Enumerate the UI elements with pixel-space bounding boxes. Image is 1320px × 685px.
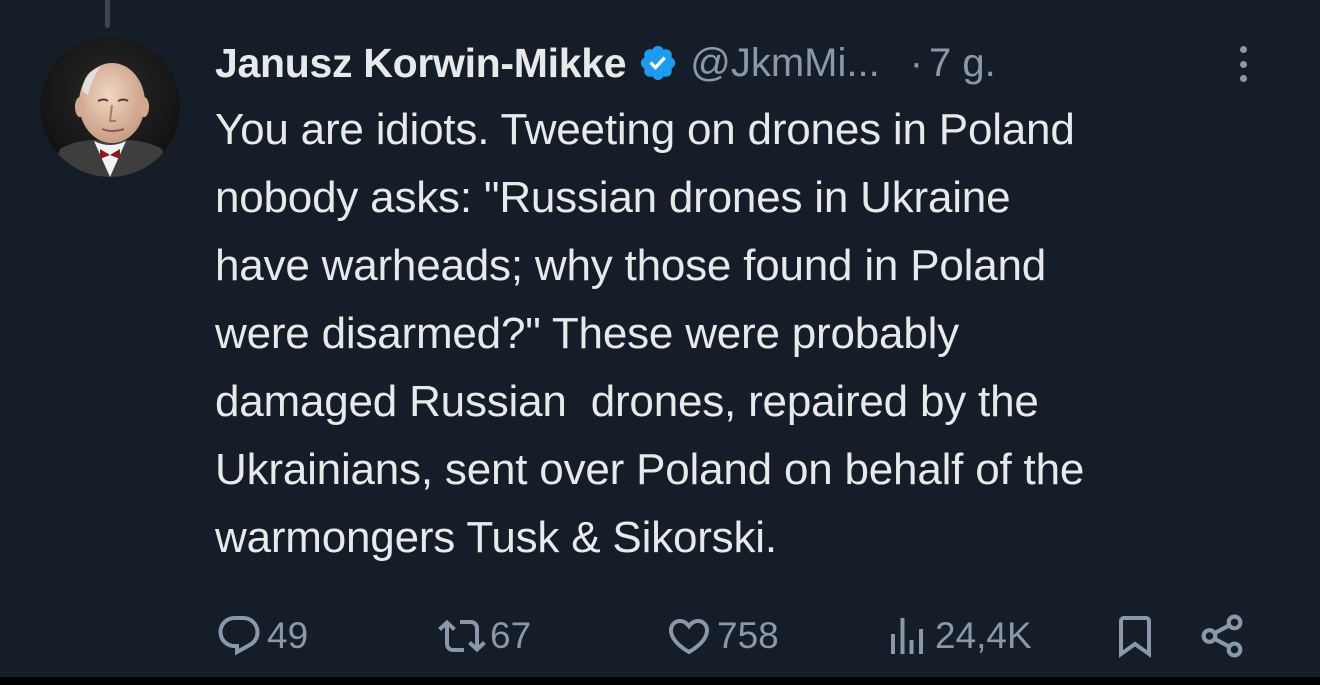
like-button[interactable]: 758	[665, 608, 779, 664]
bottom-edge-bar	[0, 677, 1320, 685]
separator-dot: ·	[909, 40, 924, 85]
author-display-name[interactable]: Janusz Korwin-Mikke	[215, 40, 627, 87]
bookmark-button[interactable]	[1111, 608, 1159, 664]
views-count: 24,4K	[935, 615, 1032, 656]
views-icon	[891, 618, 923, 654]
reply-count: 49	[267, 615, 309, 656]
avatar-photo	[40, 37, 180, 177]
tweet-header: Janusz Korwin-Mikke @JkmMi... · 7 g.	[215, 38, 1275, 88]
reply-button[interactable]: 49	[215, 608, 308, 664]
like-count: 758	[717, 615, 779, 656]
retweet-button[interactable]: 67	[438, 608, 531, 664]
tweet-actions-bar: 49 67 758 24,4K	[215, 608, 1275, 664]
retweet-icon	[438, 619, 486, 653]
author-handle[interactable]: @JkmMi...	[690, 41, 879, 86]
verified-badge-icon	[638, 43, 678, 83]
avatar[interactable]	[40, 37, 180, 177]
heart-icon	[668, 619, 710, 655]
tweet-text: You are idiots. Tweeting on drones in Po…	[215, 105, 1085, 562]
bookmark-icon	[1119, 616, 1151, 658]
retweet-count: 67	[490, 615, 532, 656]
share-button[interactable]	[1197, 608, 1247, 664]
thread-connector-line	[105, 0, 110, 28]
share-icon	[1201, 614, 1243, 658]
more-options-icon[interactable]	[1231, 44, 1255, 84]
tweet-timestamp[interactable]: 7 g.	[929, 41, 996, 86]
views-button[interactable]: 24,4K	[883, 608, 1032, 664]
reply-icon	[218, 616, 260, 656]
